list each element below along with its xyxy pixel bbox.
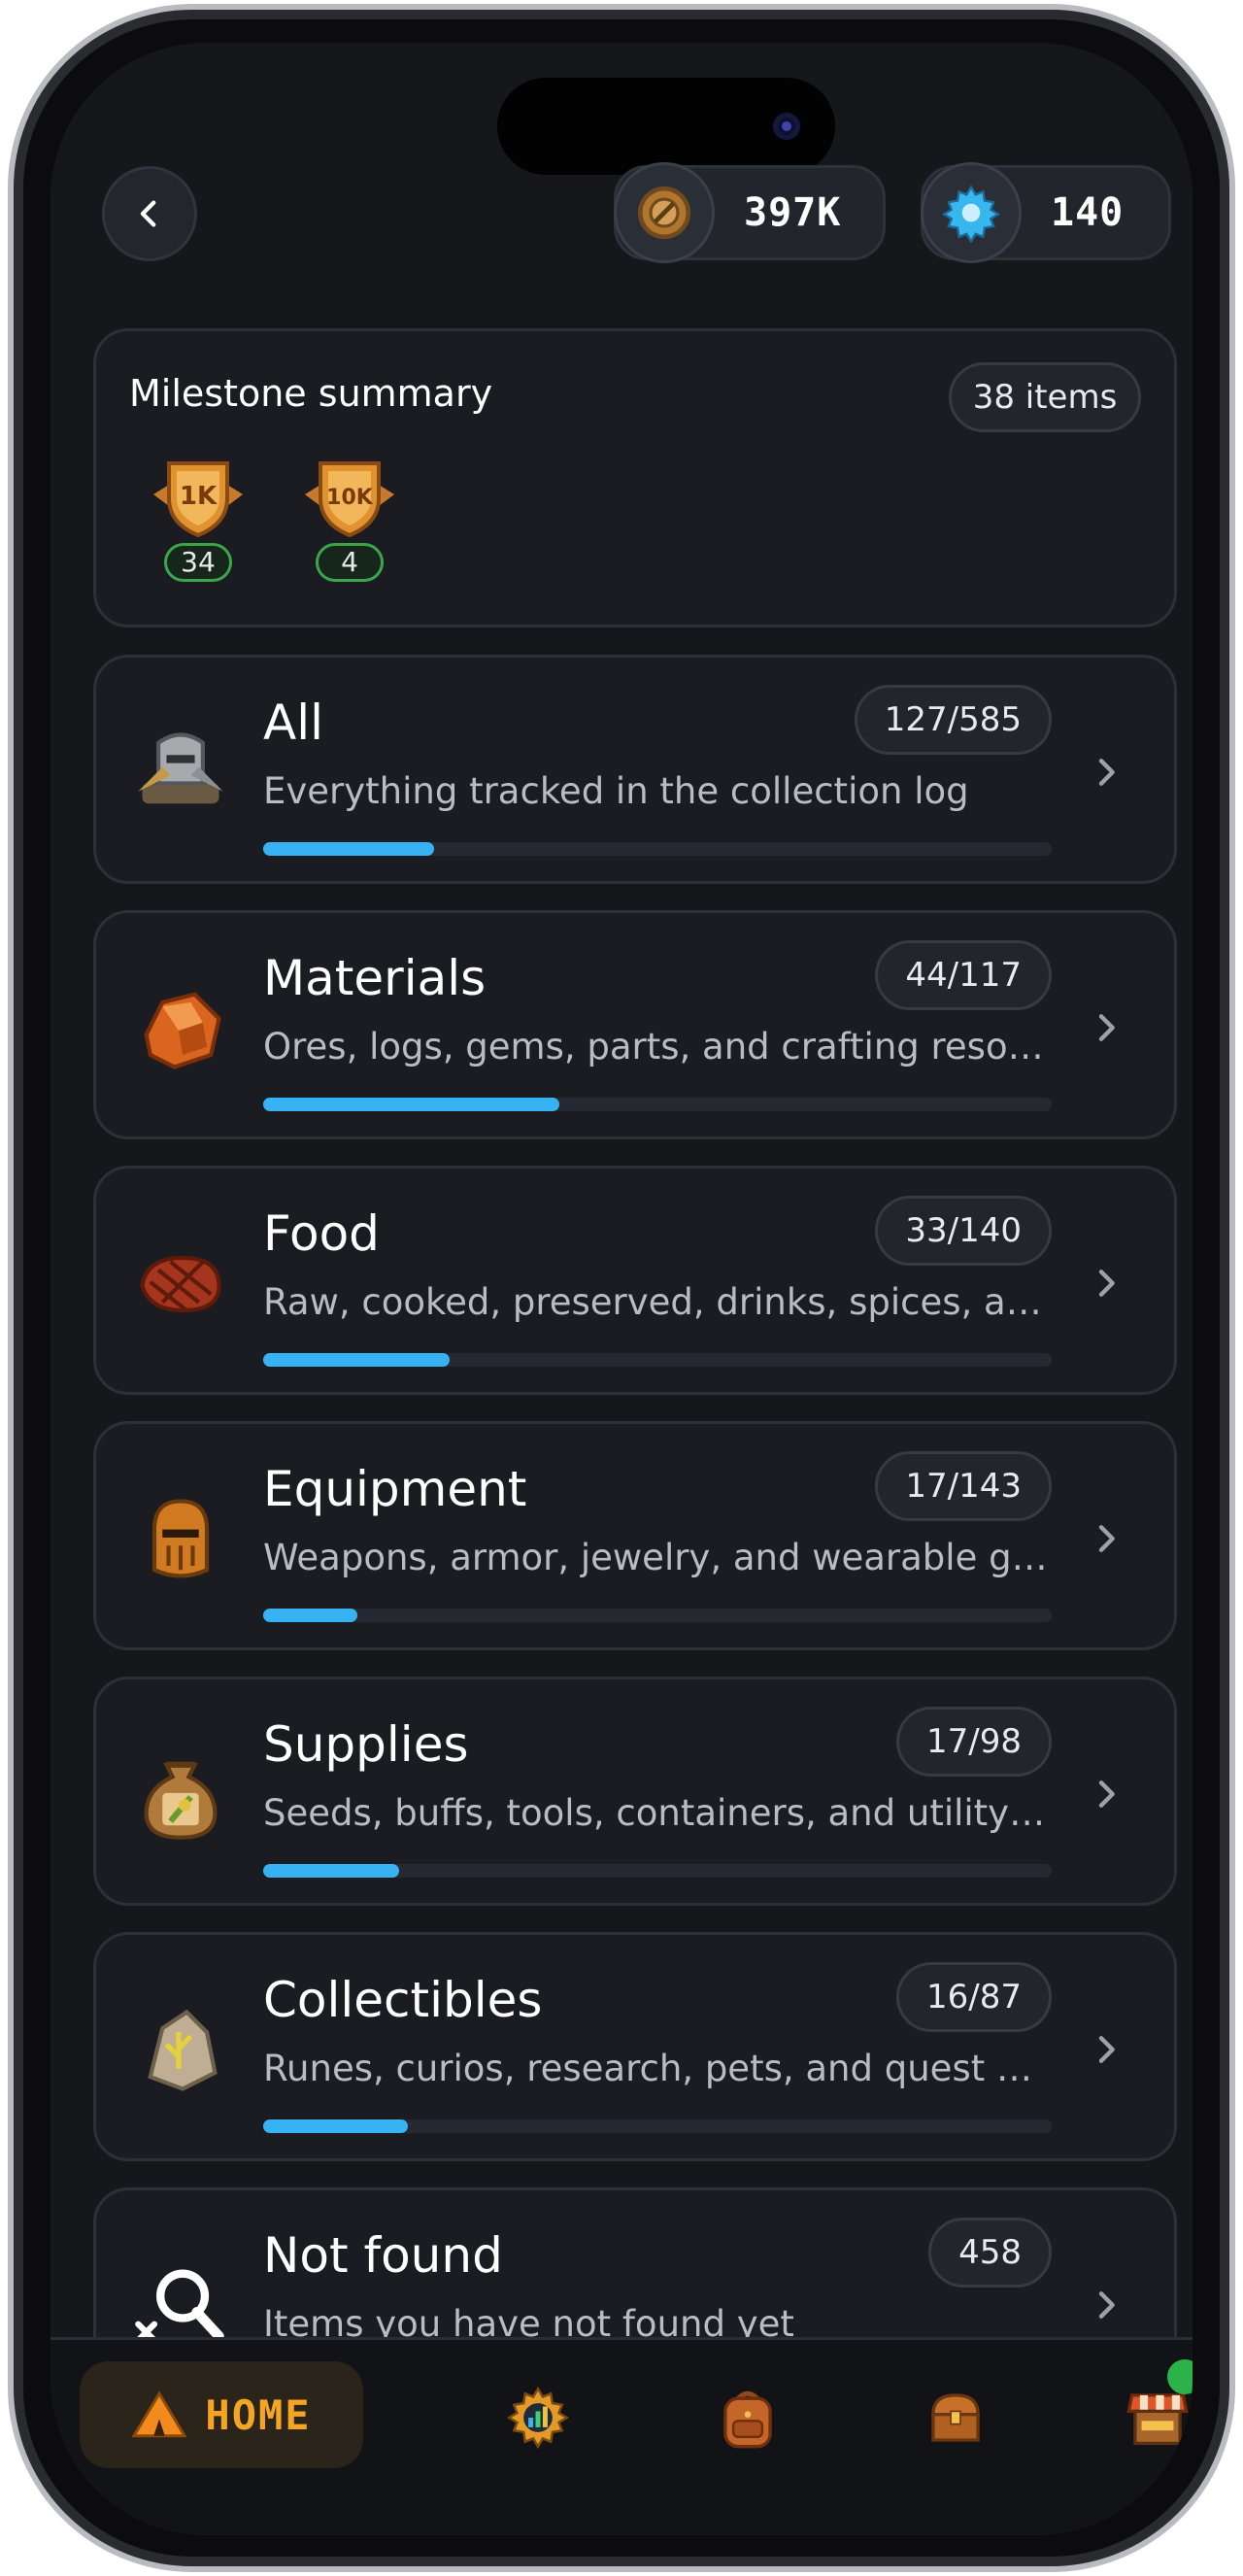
coin-amount: 397K [744,190,842,235]
progress-fill [263,1609,357,1622]
progress-fill [263,1098,560,1111]
ore-chunk-icon [127,975,234,1082]
milestone-badge-10k[interactable]: 10K 4 [296,456,403,582]
category-row-collectibles[interactable]: Collectibles 16/87 Runes, curios, resear… [93,1932,1177,2161]
progress-track [263,1098,1052,1111]
progress-track [263,2119,1052,2133]
category-count: 17/143 [875,1451,1052,1521]
category-count: 127/585 [854,685,1052,755]
progress-track [263,1353,1052,1367]
armor-pile-icon [127,720,234,827]
category-description: Everything tracked in the collection log [263,770,969,812]
app-screen: 397K 140 Milestone summary 38 items 1K 3… [50,43,1193,2535]
market-stall-icon [1126,2393,1189,2446]
phone-volume-down [8,816,14,971]
badge-1k-text: 1K [180,482,218,511]
category-title: Not found [263,2227,503,2284]
camera-lens [773,113,800,140]
seed-sack-icon [127,1742,234,1848]
chevron-right-icon [1098,2036,1115,2063]
category-count: 33/140 [875,1196,1052,1266]
progress-track [263,1864,1052,1878]
badge-10k-text: 10K [326,486,374,510]
milestone-summary-card: Milestone summary 38 items 1K 34 10K 4 [93,328,1177,627]
category-title: Supplies [263,1716,469,1773]
chevron-right-icon [1098,1780,1115,1808]
helmet-icon [127,1486,234,1593]
progress-fill [263,842,435,856]
category-description: Weapons, armor, jewelry, and wearable ge… [263,1537,1052,1578]
category-count: 17/98 [896,1707,1052,1777]
chevron-right-icon [1098,1525,1115,1552]
progress-track [263,842,1052,856]
category-title: Materials [263,950,487,1006]
treasure-chest-icon [931,2393,980,2442]
category-title: Food [263,1205,380,1262]
phone-power-button [1229,748,1235,1000]
phone-frame: 397K 140 Milestone summary 38 items 1K 3… [8,4,1235,2572]
phone-volume-up [8,631,14,787]
milestone-badge-1k[interactable]: 1K 34 [145,456,252,582]
nav-home-button[interactable]: HOME [80,2361,363,2468]
milestone-items-count: 38 items [949,362,1141,432]
milestone-badge-1k-count: 34 [164,543,232,582]
nav-market-button[interactable] [1119,2359,1193,2457]
category-description: Raw, cooked, preserved, drinks, spices, … [263,1281,1052,1323]
category-row-all[interactable]: All 127/585 Everything tracked in the co… [93,655,1177,884]
back-button[interactable] [102,166,197,261]
category-row-food[interactable]: Food 33/140 Raw, cooked, preserved, drin… [93,1166,1177,1395]
nav-stats-button[interactable] [499,2379,577,2457]
shield-badge-icon: 10K [305,461,394,538]
bottom-nav: HOME [50,2337,1193,2535]
gear-coin-icon [614,162,715,263]
category-row-equipment[interactable]: Equipment 17/143 Weapons, armor, jewelry… [93,1421,1177,1650]
backpack-icon [723,2390,772,2449]
category-description: Runes, curios, research, pets, and quest… [263,2048,1052,2089]
steak-icon [127,1231,234,1338]
chevron-left-icon [140,200,156,227]
progress-fill [263,1864,400,1878]
category-title: Collectibles [263,1972,543,2028]
progress-fill [263,1353,450,1367]
category-count: 458 [928,2218,1052,2288]
progress-track [263,1609,1052,1622]
category-title: Equipment [263,1461,527,1517]
chevron-right-icon [1098,2291,1115,2319]
home-tent-icon [131,2390,188,2438]
gear-chart-icon [506,2386,570,2450]
category-description: Seeds, buffs, tools, containers, and uti… [263,1792,1052,1834]
gear-amount: 140 [1051,190,1125,235]
milestone-title: Milestone summary [129,372,493,415]
category-row-supplies[interactable]: Supplies 17/98 Seeds, buffs, tools, cont… [93,1677,1177,1906]
milestone-badge-10k-count: 4 [316,543,384,582]
phone-side-button [8,476,14,563]
chevron-right-icon [1098,759,1115,786]
shield-badge-icon: 1K [153,461,243,538]
category-title: All [263,695,323,751]
category-count: 16/87 [896,1962,1052,2032]
category-count: 44/117 [875,940,1052,1010]
nav-inventory-button[interactable] [709,2379,787,2457]
coin-currency[interactable]: 397K [614,162,886,263]
nav-chest-button[interactable] [917,2379,994,2457]
progress-fill [263,2119,409,2133]
nav-home-label: HOME [205,2390,312,2439]
chevron-right-icon [1098,1014,1115,1041]
category-description: Ores, logs, gems, parts, and crafting re… [263,1026,1052,1068]
chevron-right-icon [1098,1270,1115,1297]
blue-gear-icon [921,162,1022,263]
category-row-materials[interactable]: Materials 44/117 Ores, logs, gems, parts… [93,910,1177,1139]
rune-stone-icon [127,1997,234,2104]
gear-currency[interactable]: 140 [921,162,1171,263]
dynamic-island [497,78,835,175]
